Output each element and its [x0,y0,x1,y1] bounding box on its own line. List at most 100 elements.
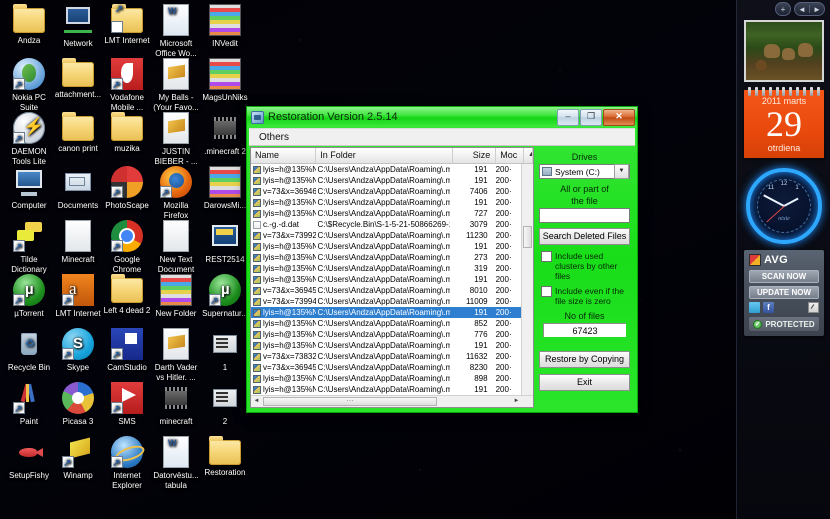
include-used-clusters-checkbox-row[interactable]: Include used clusters by other files [539,251,630,281]
desktop-icon[interactable]: Google Chrome [102,220,152,274]
avg-update-now-button[interactable]: UPDATE NOW [749,286,819,299]
desktop-icon[interactable]: W Microsoft Office Wo... [151,4,201,58]
desktop-icon[interactable]: minecraft [151,382,201,427]
desktop-icon[interactable]: attachment... [53,58,103,100]
minimize-button[interactable]: – [557,108,579,126]
scroll-right-arrow-icon[interactable]: ► [511,397,522,406]
desktop-icon[interactable]: MagsUnNiks [200,58,250,103]
desktop-icon[interactable]: Andza [4,4,54,46]
table-row[interactable]: c.-g.-d.dat C:\$Recycle.Bin\S-1-5-21-5086… [251,219,521,230]
table-row[interactable]: lyis=h@135%N=l...C:\Users\Andza\AppData\… [251,329,521,340]
table-row[interactable]: v=73&x=36945&...C:\Users\Andza\AppData\R… [251,285,521,296]
table-row[interactable]: lyis=h@135%N=l...C:\Users\Andza\AppData\… [251,340,521,351]
desktop-icon[interactable]: Tilde Dictionary [4,220,54,274]
column-header-name[interactable]: Name [251,148,317,163]
table-row[interactable]: v=73&x=73992&...C:\Users\Andza\AppData\R… [251,230,521,241]
horizontal-scrollbar[interactable]: ◄ ⋯ ► [251,395,533,407]
desktop-icon[interactable]: SMS [102,382,152,427]
desktop-icon[interactable]: Mozilla Firefox [151,166,201,220]
slideshow-gadget[interactable] [744,20,824,82]
desktop-icon[interactable]: canon print [53,112,103,154]
sort-ascending-icon[interactable]: ▲ [524,148,533,163]
table-row[interactable]: lyis=h@135%N=l...C:\Users\Andza\AppData\… [251,197,521,208]
table-row[interactable]: lyis=h@135%N=l...C:\Users\Andza\AppData\… [251,263,521,274]
maximize-button[interactable]: ❐ [580,108,602,126]
table-row[interactable]: lyis=h@135%N=l...C:\Users\Andza\AppData\… [251,241,521,252]
desktop-icon[interactable]: SSkype [53,328,103,373]
desktop-icon[interactable]: W Datorvēstu... tabula [151,436,201,490]
desktop-icon[interactable]: µµTorrent [4,274,54,319]
desktop-icon[interactable]: JUSTIN BIEBER - ... [151,112,201,166]
dashboard-icon[interactable] [808,302,819,313]
desktop-icon[interactable]: SetupFishy [4,436,54,481]
vertical-scrollbar-thumb[interactable] [523,226,532,248]
desktop-icon[interactable]: .minecraft 2 [200,112,250,157]
twitter-icon[interactable] [749,302,760,313]
avg-gadget[interactable]: AVG SCAN NOW UPDATE NOW f ✓ PROTECTED [744,250,824,336]
window-titlebar[interactable]: Restoration Version 2.5.14 – ❐ ✕ [247,107,637,127]
calendar-gadget[interactable]: 2011 marts 29 otrdiena [744,87,824,158]
clock-gadget[interactable]: 12 11 1 nixie [744,166,824,244]
sidebar-add-gadget-pill[interactable]: + [775,2,791,16]
include-zero-size-checkbox-row[interactable]: Include even if the file size is zero [539,286,630,306]
table-row[interactable]: lyis=h@135%N=l...C:\Users\Andza\AppData\… [251,164,521,175]
desktop-icon[interactable]: 1 [200,328,250,373]
column-header-modified[interactable]: Moc [496,148,524,163]
table-row[interactable]: lyis=h@135%N=l...C:\Users\Andza\AppData\… [251,373,521,384]
desktop-icon[interactable]: Winamp [53,436,103,481]
desktop-icon[interactable]: µSupernatur... [200,274,250,319]
menu-item-others[interactable]: Others [254,132,294,143]
desktop-icon[interactable]: Nokia PC Suite [4,58,54,112]
desktop-icon[interactable]: New Text Document [151,220,201,274]
desktop-icon[interactable]: ⚡DAEMON Tools Lite [4,112,54,166]
table-row[interactable]: lyis=h@135%N=l...C:\Users\Andza\AppData\… [251,384,521,395]
desktop-icon[interactable]: Documents [53,166,103,211]
sidebar-nav-pill[interactable]: ◄ ► [794,2,825,16]
table-row[interactable]: lyis=h@135%N=l...C:\Users\Andza\AppData\… [251,307,521,318]
desktop-icon[interactable]: INVedit [200,4,250,49]
table-row[interactable]: lyis=h@135%N=l...C:\Users\Andza\AppData\… [251,175,521,186]
checkbox-icon[interactable] [541,251,552,262]
desktop-icon[interactable]: 2 [200,382,250,427]
desktop-icon[interactable]: REST2514 [200,220,250,265]
next-gadget-icon[interactable]: ► [810,4,824,15]
exit-button[interactable]: Exit [539,374,630,391]
drive-select[interactable]: System (C:) ▼ [539,164,630,179]
vertical-scrollbar[interactable] [521,164,533,395]
desktop-icon[interactable]: New Folder [151,274,201,319]
file-name-input[interactable] [539,208,630,223]
desktop-icon[interactable]: Paint [4,382,54,427]
horizontal-scrollbar-thumb[interactable]: ⋯ [263,397,437,406]
desktop-icon[interactable]: Computer [4,166,54,211]
table-row[interactable]: lyis=h@135%N=l...C:\Users\Andza\AppData\… [251,252,521,263]
previous-gadget-icon[interactable]: ◄ [795,4,809,15]
table-row[interactable]: lyis=h@135%N=l...C:\Users\Andza\AppData\… [251,318,521,329]
table-row[interactable]: v=73&x=73994&...C:\Users\Andza\AppData\R… [251,296,521,307]
desktop-icon[interactable]: LMT Internet [102,4,152,46]
desktop-icon[interactable]: PhotoScape [102,166,152,211]
column-header-size[interactable]: Size [453,148,497,163]
desktop-icon[interactable]: Internet Explorer [102,436,152,490]
facebook-icon[interactable]: f [763,302,774,313]
desktop-icon[interactable]: Darth Vader vs Hitler. ... [151,328,201,382]
table-row[interactable]: v=73&x=73832&...C:\Users\Andza\AppData\R… [251,351,521,362]
desktop-icon[interactable]: Minecraft [53,220,103,265]
desktop-icon[interactable]: аLMT Internet [53,274,103,319]
desktop-icon[interactable]: muzika [102,112,152,154]
desktop-icon[interactable]: Picasa 3 [53,382,103,427]
desktop-icon[interactable]: DarowsMi... [200,166,250,211]
add-gadget-icon[interactable]: + [776,4,790,15]
desktop-icon[interactable]: My Balls - (Your Favo... [151,58,201,112]
restoration-window[interactable]: Restoration Version 2.5.14 – ❐ ✕ Others … [246,106,638,413]
table-row[interactable]: lyis=h@135%N=l...C:\Users\Andza\AppData\… [251,208,521,219]
table-row[interactable]: lyis=h@135%N=l...C:\Users\Andza\AppData\… [251,274,521,285]
scroll-left-arrow-icon[interactable]: ◄ [251,397,262,406]
chevron-down-icon[interactable]: ▼ [614,164,629,179]
desktop-icon[interactable]: Left 4 dead 2 [102,274,152,316]
table-row[interactable]: v=73&x=36945&...C:\Users\Andza\AppData\R… [251,362,521,373]
column-header-in-folder[interactable]: In Folder [316,148,453,163]
checkbox-icon[interactable] [541,286,552,297]
desktop-icon[interactable]: Restoration [200,436,250,478]
desktop-icon[interactable]: CamStudio [102,328,152,373]
search-deleted-files-button[interactable]: Search Deleted Files [539,228,630,245]
